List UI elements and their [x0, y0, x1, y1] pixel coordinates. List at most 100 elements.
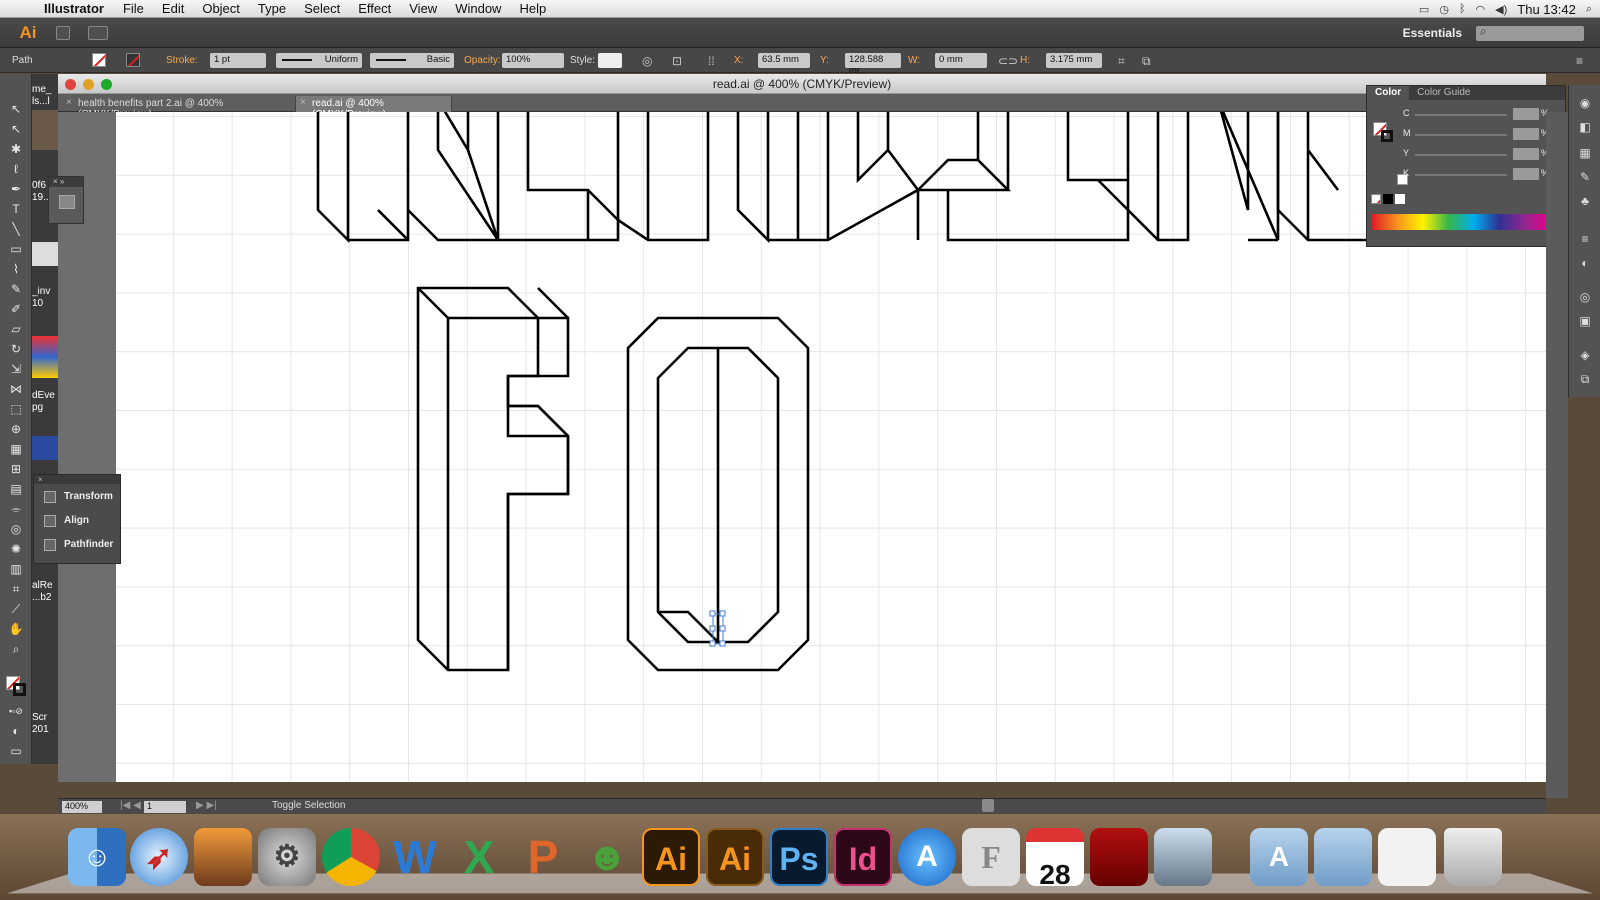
workspace-switcher[interactable]: Essentials: [1403, 26, 1462, 40]
desktop-file-label[interactable]: 10: [32, 298, 58, 309]
color-guide-icon[interactable]: ◧: [1577, 119, 1593, 135]
iphoto-icon[interactable]: [194, 828, 252, 886]
line-segment-tool-icon[interactable]: ╲: [6, 220, 26, 238]
printer-icon[interactable]: ▭: [1419, 3, 1429, 16]
draw-mode-icon[interactable]: ◐: [6, 722, 26, 740]
excel-icon[interactable]: X: [450, 828, 508, 886]
selection-tool-icon[interactable]: ↖: [6, 100, 26, 118]
calendar-icon[interactable]: 28: [1026, 828, 1084, 890]
type-tool-icon[interactable]: T: [6, 200, 26, 218]
artboard-nav-next-icon[interactable]: ▶ ▶|: [196, 800, 217, 811]
desktop-file-label[interactable]: ls...l: [32, 96, 58, 107]
help-search-input[interactable]: [1476, 24, 1584, 41]
desktop-file-label[interactable]: pg: [32, 402, 58, 413]
fill-swatch[interactable]: [92, 53, 106, 67]
mesh-tool-icon[interactable]: ⊞: [6, 460, 26, 478]
transform-icon[interactable]: ⌗: [1118, 54, 1125, 69]
perspective-grid-tool-icon[interactable]: ▦: [6, 440, 26, 458]
artboard-tool-icon[interactable]: ⌗: [6, 580, 26, 598]
illustrator-alt-icon[interactable]: Ai: [706, 828, 764, 886]
scale-tool-icon[interactable]: ⇲: [6, 360, 26, 378]
menubar-clock[interactable]: Thu 13:42: [1517, 2, 1576, 17]
menu-window[interactable]: Window: [446, 1, 510, 16]
x-position-field[interactable]: 63.5 mm: [758, 53, 810, 68]
layers-icon[interactable]: ◈: [1577, 347, 1593, 363]
black-slider[interactable]: K%: [1403, 168, 1563, 182]
column-graph-tool-icon[interactable]: ▥: [6, 560, 26, 578]
photo-booth-icon[interactable]: [1090, 828, 1148, 886]
menu-view[interactable]: View: [400, 1, 446, 16]
desktop-file-label[interactable]: me_: [32, 84, 58, 95]
collapsed-panel[interactable]: × »: [48, 176, 84, 224]
indesign-icon[interactable]: Id: [834, 828, 892, 886]
y-position-field[interactable]: 128.588 mr: [845, 53, 901, 76]
wifi-icon[interactable]: ◠: [1476, 3, 1486, 16]
shape-builder-tool-icon[interactable]: ⊕: [6, 420, 26, 438]
height-field[interactable]: 3.175 mm: [1046, 53, 1102, 68]
symbol-sprayer-tool-icon[interactable]: ✺: [6, 540, 26, 558]
screen-mode-icon[interactable]: ▭: [6, 742, 26, 760]
gradient-icon[interactable]: ◐: [1577, 255, 1593, 271]
applications-folder-icon[interactable]: A: [1250, 828, 1308, 886]
zoom-tool-icon[interactable]: ⌕: [6, 640, 26, 658]
artboards-icon[interactable]: ⧉: [1577, 371, 1593, 387]
isolate-object-icon[interactable]: ⧉: [1142, 54, 1151, 69]
align-options-icon[interactable]: ⊡: [672, 54, 682, 68]
app-store-icon[interactable]: A: [898, 828, 956, 886]
preview-icon[interactable]: [1154, 828, 1212, 886]
time-machine-icon[interactable]: ◷: [1439, 3, 1449, 16]
menu-select[interactable]: Select: [295, 1, 349, 16]
spotlight-icon[interactable]: ⌕: [1586, 3, 1592, 16]
downloads-stack-icon[interactable]: [1378, 828, 1436, 886]
bridge-icon[interactable]: [56, 26, 70, 40]
panel-icon[interactable]: [59, 195, 75, 209]
reference-point-icon[interactable]: ⁞⁞: [708, 54, 715, 68]
brushes-icon[interactable]: ✎: [1577, 169, 1593, 185]
trash-icon[interactable]: [1444, 828, 1502, 886]
color-mode-buttons-icon[interactable]: ▪▫⊘: [6, 702, 26, 720]
safari-icon[interactable]: ➶: [130, 828, 188, 886]
illustrator-icon[interactable]: Ai: [642, 828, 700, 886]
lasso-tool-icon[interactable]: ℓ: [6, 160, 26, 178]
desktop-file-thumbnail[interactable]: [32, 110, 58, 150]
artwork[interactable]: [116, 112, 1546, 782]
desktop-file-label[interactable]: 201: [32, 724, 58, 735]
swatches-icon[interactable]: ▦: [1577, 145, 1593, 161]
desktop-file-label[interactable]: _inv: [32, 286, 58, 297]
opacity-label[interactable]: Opacity:: [464, 55, 501, 66]
stroke-swatch[interactable]: [126, 53, 140, 67]
artboard-canvas[interactable]: [116, 112, 1546, 782]
paintbrush-tool-icon[interactable]: ⌇: [6, 260, 26, 278]
volume-icon[interactable]: ◀): [1495, 3, 1507, 16]
arrange-documents-icon[interactable]: [88, 26, 108, 40]
powerpoint-icon[interactable]: P: [514, 828, 572, 886]
graphic-styles-icon[interactable]: ▣: [1577, 313, 1593, 329]
direct-selection-tool-icon[interactable]: ↖: [6, 120, 26, 138]
color-panel-stroke-swatch[interactable]: [1381, 130, 1393, 142]
artboard-nav-first-icon[interactable]: |◀ ◀: [120, 800, 141, 811]
panel-header[interactable]: ×: [34, 475, 120, 484]
stroke-color-box[interactable]: [13, 683, 26, 696]
photoshop-icon[interactable]: Ps: [770, 828, 828, 886]
app-menu[interactable]: Illustrator: [38, 1, 114, 16]
artboard-number-field[interactable]: 1: [144, 801, 186, 813]
rectangle-tool-icon[interactable]: ▭: [6, 240, 26, 258]
none-swatch[interactable]: [1371, 194, 1381, 204]
desktop-file-thumbnail[interactable]: [32, 436, 58, 460]
color-spectrum-bar[interactable]: [1372, 214, 1550, 230]
constrain-proportions-icon[interactable]: ⊂⊃: [998, 54, 1018, 68]
menu-type[interactable]: Type: [249, 1, 295, 16]
cyan-slider[interactable]: C%: [1403, 108, 1563, 122]
close-tab-icon[interactable]: ×: [300, 97, 306, 108]
pencil-tool-icon[interactable]: ✎: [6, 280, 26, 298]
tab-read-ai[interactable]: ×read.ai @ 400% (CMYK/Preview): [296, 96, 452, 120]
magenta-slider[interactable]: M%: [1403, 128, 1563, 142]
desktop-file-thumbnail[interactable]: [32, 242, 58, 266]
symbols-icon[interactable]: ♣: [1577, 193, 1593, 209]
width-tool-icon[interactable]: ⋈: [6, 380, 26, 398]
system-preferences-icon[interactable]: ⚙: [258, 828, 316, 886]
color-panel-icon[interactable]: ◉: [1577, 95, 1593, 111]
menu-help[interactable]: Help: [510, 1, 555, 16]
width-field[interactable]: 0 mm: [935, 53, 987, 68]
free-transform-tool-icon[interactable]: ⬚: [6, 400, 26, 418]
